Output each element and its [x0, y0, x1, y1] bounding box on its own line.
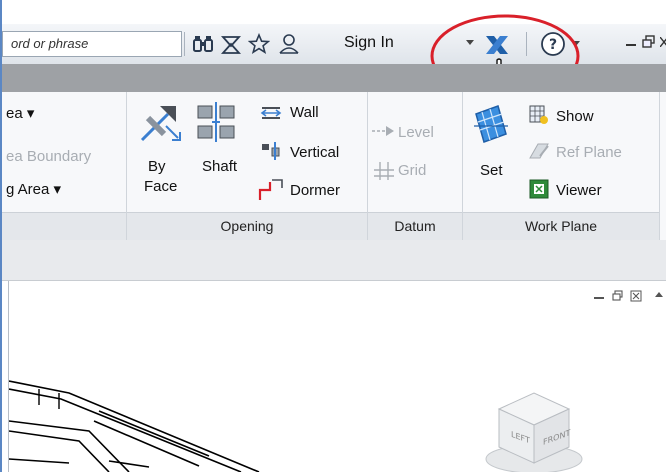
ref-plane-icon[interactable]: [528, 140, 550, 162]
wall-opening-icon[interactable]: [260, 102, 282, 124]
tag-area-dropdown[interactable]: g Area ▾: [6, 180, 61, 198]
shaft-label[interactable]: Shaft: [202, 158, 237, 175]
options-bar: [2, 240, 666, 281]
view-restore-icon[interactable]: [612, 290, 624, 302]
minimize-icon[interactable]: [626, 44, 636, 46]
shaft-opening-icon[interactable]: [196, 102, 236, 142]
by-face-opening-icon[interactable]: [138, 100, 182, 144]
show-label[interactable]: Show: [556, 108, 594, 125]
restore-icon[interactable]: [642, 35, 656, 49]
dormer-label[interactable]: Dormer: [290, 182, 340, 199]
panel-separator: [659, 92, 660, 240]
datum-panel-title: Datum: [368, 212, 462, 240]
ribbon: ea ▾ ea Boundary g Area ▾ By Face Shaft …: [2, 92, 666, 241]
level-icon[interactable]: [372, 124, 396, 138]
vertical-opening-icon[interactable]: [260, 140, 282, 162]
sign-in-link[interactable]: Sign In: [344, 34, 394, 52]
area-boundary-button[interactable]: ea Boundary: [6, 148, 91, 165]
ribbon-tab-bar: [2, 64, 666, 92]
close-icon[interactable]: [660, 37, 666, 47]
level-label[interactable]: Level: [398, 124, 434, 141]
dormer-opening-icon[interactable]: [258, 178, 284, 202]
by-face-label-2[interactable]: Face: [144, 178, 177, 195]
work-plane-panel-title: Work Plane: [463, 212, 659, 240]
grid-icon[interactable]: [374, 160, 394, 180]
binoculars-icon[interactable]: [192, 34, 214, 54]
view-close-icon[interactable]: [630, 290, 642, 302]
by-face-label-1[interactable]: By: [148, 158, 166, 175]
area-dropdown[interactable]: ea ▾: [6, 104, 34, 122]
search-placeholder: ord or phrase: [11, 36, 89, 51]
search-input[interactable]: ord or phrase: [2, 31, 182, 57]
area-panel-title: [2, 212, 126, 240]
vertical-label[interactable]: Vertical: [290, 144, 339, 161]
viewer-label[interactable]: Viewer: [556, 182, 602, 199]
view-cube[interactable]: [479, 377, 589, 472]
search-separator: [184, 32, 185, 56]
user-icon[interactable]: [278, 33, 300, 55]
wall-label[interactable]: Wall: [290, 104, 319, 121]
communication-center-icon[interactable]: [220, 34, 242, 56]
show-work-plane-icon[interactable]: [528, 104, 550, 126]
drawing-viewport[interactable]: LEFT FRONT: [8, 281, 666, 472]
opening-panel-title: Opening: [127, 212, 367, 240]
ref-plane-label[interactable]: Ref Plane: [556, 144, 622, 161]
scroll-up-arrow-icon[interactable]: [654, 290, 664, 298]
favorites-star-icon[interactable]: [248, 33, 270, 55]
set-label[interactable]: Set: [480, 162, 503, 179]
viewer-icon[interactable]: [528, 178, 550, 200]
view-minimize-icon[interactable]: [594, 297, 604, 299]
grid-label[interactable]: Grid: [398, 162, 426, 179]
set-work-plane-icon[interactable]: [472, 102, 510, 146]
